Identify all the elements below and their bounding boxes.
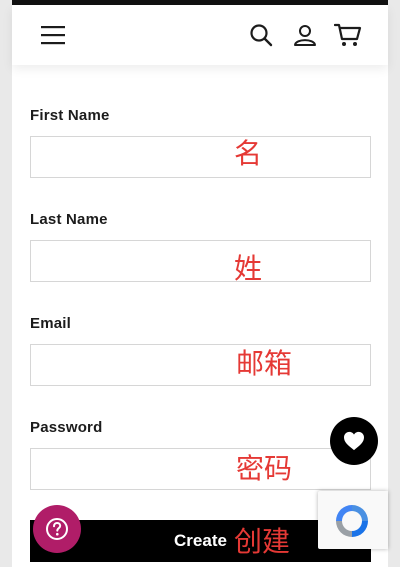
- create-button-label: Create: [174, 531, 227, 550]
- email-input[interactable]: [31, 345, 370, 385]
- site-header: [12, 5, 388, 65]
- wishlist-button[interactable]: [330, 417, 378, 465]
- last-name-field[interactable]: [30, 240, 371, 282]
- menu-button[interactable]: [38, 21, 68, 49]
- email-field[interactable]: [30, 344, 371, 386]
- heart-icon: [344, 431, 364, 451]
- cart-button[interactable]: [332, 19, 364, 51]
- hamburger-menu-icon: [41, 26, 65, 45]
- password-input[interactable]: [31, 449, 370, 489]
- question-mark-icon: [46, 518, 68, 540]
- cart-icon: [334, 23, 362, 46]
- first-name-field[interactable]: [30, 136, 371, 178]
- user-icon: [294, 25, 316, 46]
- last-name-input[interactable]: [31, 241, 370, 281]
- account-button[interactable]: [290, 20, 320, 50]
- signup-page: First Name 名 Last Name 姓 Email 邮箱 Passwo…: [12, 0, 388, 567]
- password-label: Password: [30, 419, 103, 436]
- last-name-label: Last Name: [30, 211, 108, 228]
- recaptcha-logo-icon: [336, 505, 368, 537]
- email-label: Email: [30, 315, 72, 332]
- search-button[interactable]: [246, 20, 276, 50]
- password-field[interactable]: [30, 448, 371, 490]
- first-name-label: First Name: [30, 107, 110, 124]
- recaptcha-badge[interactable]: [318, 491, 388, 549]
- help-button[interactable]: [33, 505, 81, 553]
- first-name-input[interactable]: [31, 137, 370, 177]
- search-icon: [250, 24, 273, 47]
